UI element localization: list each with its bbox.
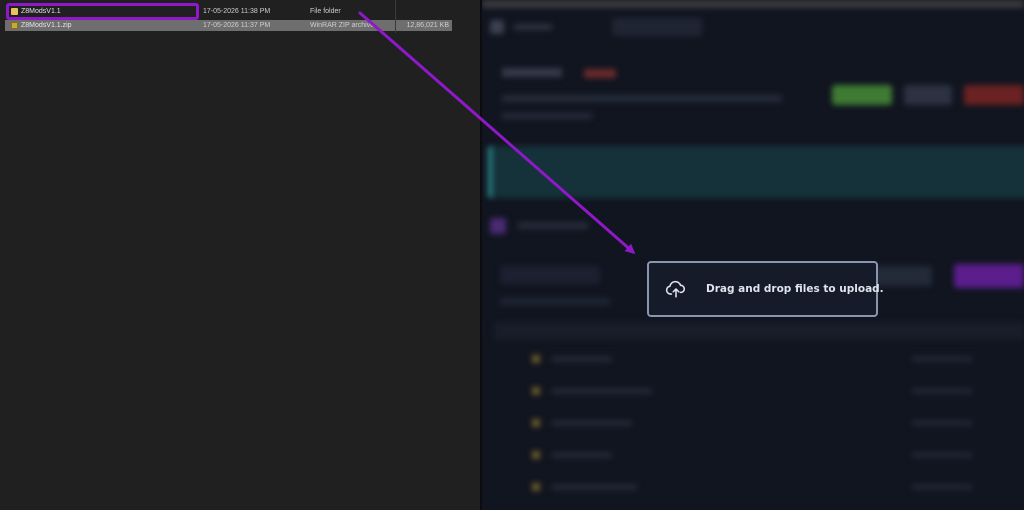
drag-arrow (358, 11, 636, 254)
